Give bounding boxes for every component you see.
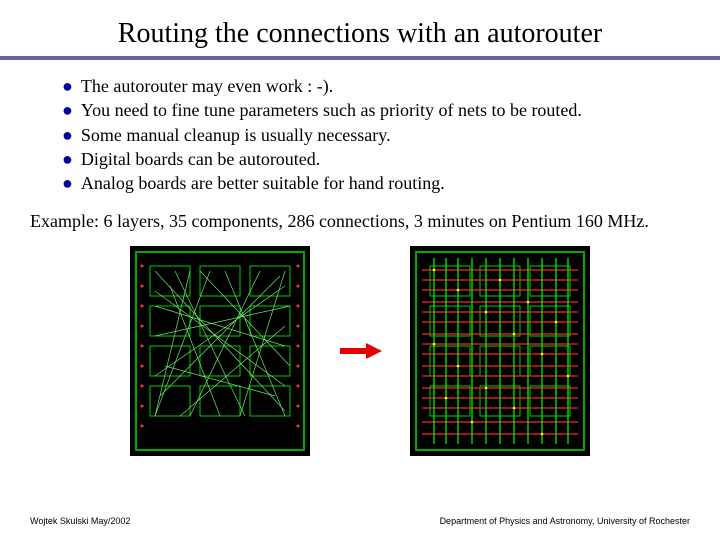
- bullet-dot-icon: ●: [62, 123, 73, 147]
- horizontal-rule: [0, 56, 720, 60]
- list-item: ● Digital boards can be autorouted.: [62, 147, 690, 171]
- arrow-right-icon: [338, 341, 382, 361]
- list-item-text: Some manual cleanup is usually necessary…: [81, 123, 391, 147]
- figure-row: [30, 246, 690, 456]
- list-item: ● You need to fine tune parameters such a…: [62, 98, 690, 122]
- bullet-list: ● The autorouter may even work : -). ● You…: [62, 74, 690, 195]
- pcb-unrouted-image: [130, 246, 310, 456]
- list-item-text: The autorouter may even work : -).: [81, 74, 333, 98]
- list-item: ● The autorouter may even work : -).: [62, 74, 690, 98]
- list-item: ● Some manual cleanup is usually necessar…: [62, 123, 690, 147]
- example-text: Example: 6 layers, 35 components, 286 co…: [30, 211, 690, 232]
- list-item-text: Analog boards are better suitable for ha…: [81, 171, 445, 195]
- list-item-text: You need to fine tune parameters such as…: [81, 98, 582, 122]
- bullet-dot-icon: ●: [62, 147, 73, 171]
- footer-right: Department of Physics and Astronomy, Uni…: [440, 516, 690, 526]
- bullet-dot-icon: ●: [62, 74, 73, 98]
- footer: Wojtek Skulski May/2002 Department of Ph…: [30, 516, 690, 526]
- bullet-dot-icon: ●: [62, 98, 73, 122]
- list-item-text: Digital boards can be autorouted.: [81, 147, 320, 171]
- bullet-dot-icon: ●: [62, 171, 73, 195]
- footer-left: Wojtek Skulski May/2002: [30, 516, 130, 526]
- pcb-routed-image: [410, 246, 590, 456]
- slide: Routing the connections with an autorout…: [0, 0, 720, 540]
- page-title: Routing the connections with an autorout…: [30, 18, 690, 50]
- list-item: ● Analog boards are better suitable for h…: [62, 171, 690, 195]
